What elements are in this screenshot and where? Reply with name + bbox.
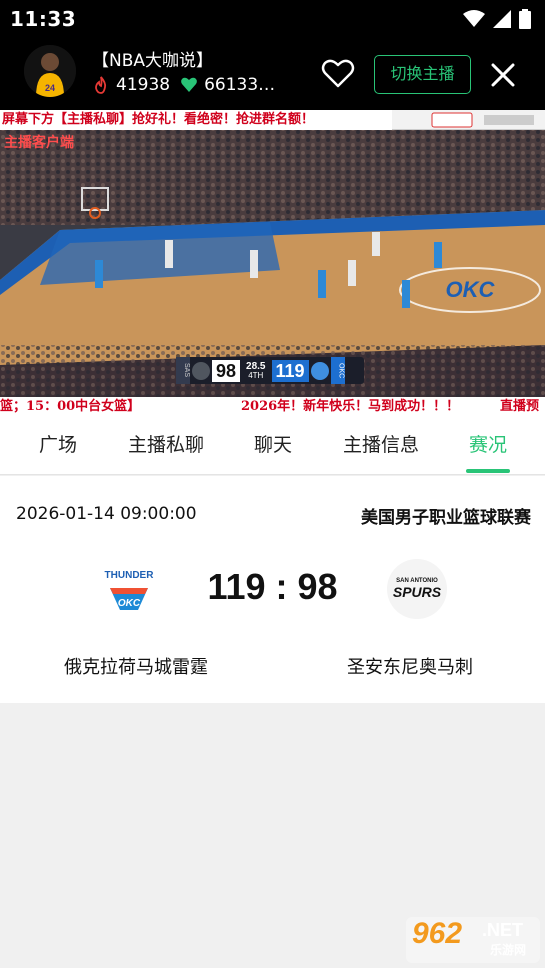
scorebug-away-score: 98 — [212, 359, 241, 382]
svg-text:OKC: OKC — [446, 277, 496, 302]
site-watermark-cn: 乐游网 — [490, 943, 527, 957]
fire-icon — [92, 76, 110, 94]
thunder-team-logo: THUNDER OKC — [98, 558, 160, 620]
status-icons — [463, 9, 531, 29]
spurs-logo-icon — [192, 361, 210, 380]
tv-scorebug: SAS 98 28.5 4TH 119 OKC — [176, 357, 364, 384]
scorebug-home-score: 119 — [271, 359, 309, 382]
match-card: 2026-01-14 09:00:00 美国男子职业篮球联赛 THUNDER O… — [0, 476, 545, 703]
site-watermark-logo: 962 .NET 乐游网 — [406, 917, 540, 963]
spurs-team-logo: SAN ANTONIO SPURS — [386, 558, 448, 620]
marquee-bottom: 篮；15：00中台女篮】 2026年！新年快乐！马到成功！！！ 直播预 — [0, 397, 545, 417]
heart-filled-icon — [180, 76, 198, 94]
match-league: 美国男子职业篮球联赛 — [361, 508, 531, 528]
stream-watermark: 主播客户端 — [4, 135, 74, 151]
scorebug-time: 28.5 — [246, 360, 266, 372]
switch-anchor-button[interactable]: 切换主播 — [374, 55, 471, 94]
tab-bar: 广场 主播私聊 聊天 主播信息 赛况 — [0, 417, 545, 475]
tab-anchor-info[interactable]: 主播信息 — [330, 417, 432, 475]
tab-match-status[interactable]: 赛况 — [455, 417, 521, 475]
marquee-bottom-right: 直播预 — [500, 399, 540, 414]
video-player[interactable]: OKC 屏幕下方【主播私聊】抢好礼！看绝密！抢进群名额！ 主播客户端 SAS 9… — [0, 110, 545, 417]
site-watermark-number: 962 — [412, 917, 463, 950]
top-bar: 11:33 24 【NBA大咖说】 41938 66133… 切换主播 — [0, 0, 545, 110]
home-team-name: 俄克拉荷马城雷霆 — [64, 657, 208, 678]
follow-heart-button[interactable] — [320, 57, 356, 91]
marquee-bottom-mid: 2026年！新年快乐！马到成功！！！ — [241, 399, 460, 414]
likes-count: 66133… — [204, 75, 276, 95]
tab-chat[interactable]: 聊天 — [240, 417, 306, 475]
anchor-name: 【NBA大咖说】 — [92, 51, 214, 71]
wifi-icon — [463, 10, 485, 27]
match-datetime: 2026-01-14 09:00:00 — [16, 504, 197, 524]
anchor-stats: 41938 66133… — [92, 75, 285, 95]
svg-text:24: 24 — [45, 83, 55, 93]
signal-icon — [493, 10, 511, 28]
marquee-top: 屏幕下方【主播私聊】抢好礼！看绝密！抢进群名额！ — [0, 110, 392, 130]
tab-anchor-private-chat[interactable]: 主播私聊 — [116, 417, 216, 475]
match-score: 119 : 98 — [207, 566, 338, 607]
away-team-name: 圣安东尼奥马刺 — [347, 657, 473, 678]
heart-outline-icon — [321, 59, 355, 88]
active-tab-indicator — [466, 469, 510, 473]
marquee-bottom-left: 篮；15：00中台女篮】 — [0, 399, 141, 414]
battery-icon — [519, 9, 531, 29]
scorebug-home-abbr: OKC — [330, 357, 345, 384]
tab-plaza[interactable]: 广场 — [22, 417, 94, 475]
close-icon — [491, 63, 515, 87]
thunder-logo-sub: OKC — [118, 598, 141, 609]
status-time: 11:33 — [10, 7, 77, 31]
status-bar: 11:33 — [0, 0, 545, 38]
close-button[interactable] — [489, 61, 517, 89]
spurs-logo-sub: SPURS — [393, 584, 442, 600]
anchor-header: 24 【NBA大咖说】 41938 66133… 切换主播 — [0, 40, 545, 110]
heat-count: 41938 — [116, 75, 171, 95]
top-ad-banner — [392, 110, 545, 130]
thunder-logo-icon — [310, 361, 329, 380]
thunder-logo-text: THUNDER — [105, 570, 155, 581]
scorebug-period: 4TH — [248, 370, 264, 380]
site-watermark-net: .NET — [482, 920, 524, 940]
scorebug-clock: 28.5 4TH — [240, 360, 271, 380]
scorebug-away-abbr: SAS — [176, 357, 190, 384]
anchor-avatar[interactable]: 24 — [24, 45, 76, 97]
